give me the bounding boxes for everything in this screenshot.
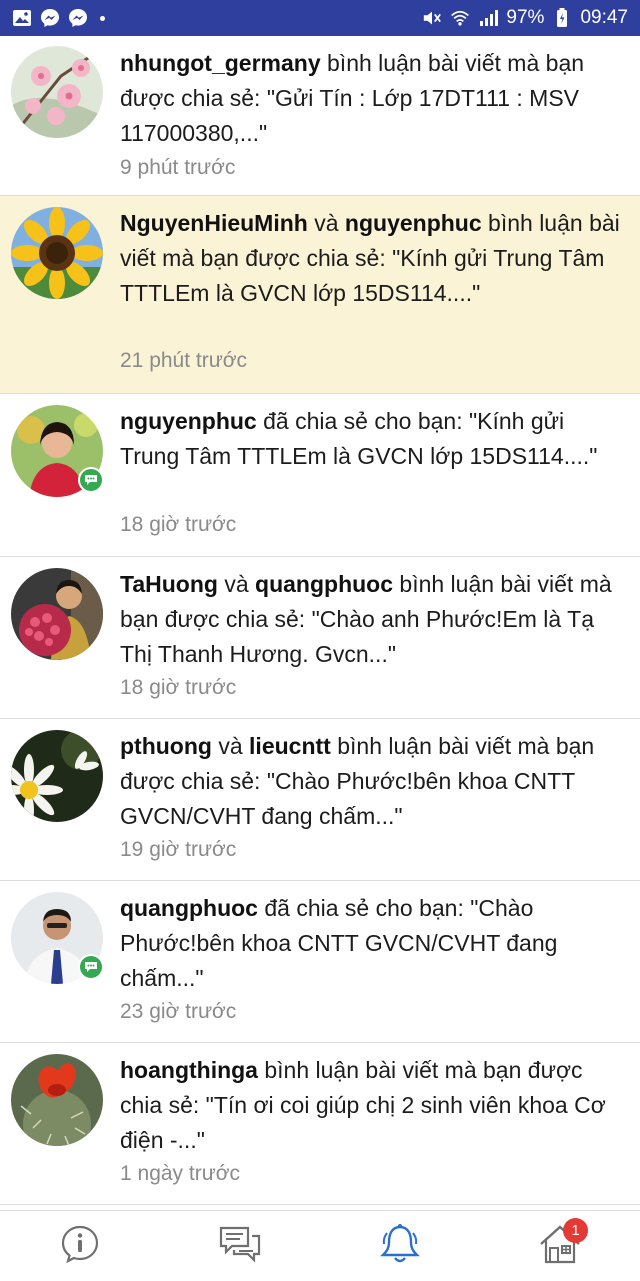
notification-time: 18 giờ trước	[120, 676, 237, 699]
actor-name: NguyenHieuMinh	[120, 210, 308, 236]
notification-list: nhungot_germany bình luận bài viết mà bạ…	[0, 36, 640, 1205]
actor-name: TaHuong	[120, 571, 218, 597]
notification-text: pthuong và lieucntt bình luận bài viết m…	[120, 729, 626, 834]
nav-notifications[interactable]	[370, 1219, 430, 1273]
notification-text: NguyenHieuMinh và nguyenphuc bình luận b…	[120, 206, 626, 311]
messenger-icon	[68, 8, 88, 28]
notification-item[interactable]: NguyenHieuMinh và nguyenphuc bình luận b…	[0, 196, 640, 394]
signal-icon	[478, 8, 499, 28]
actor-name: nhungot_germany	[120, 50, 321, 76]
actor-joiner: và	[224, 571, 249, 597]
actor-name: nguyenphuc	[120, 408, 257, 434]
actor-name: quangphuoc	[255, 571, 394, 597]
notification-item[interactable]: quangphuoc đã chia sẻ cho bạn: "Chào Phư…	[0, 881, 640, 1043]
bell-icon	[378, 1222, 422, 1271]
notification-text: hoangthinga bình luận bài viết mà bạn đư…	[120, 1053, 626, 1158]
actor-joiner: và	[218, 733, 243, 759]
battery-icon	[552, 8, 572, 28]
avatar[interactable]	[11, 46, 103, 138]
notification-item[interactable]: TaHuong và quangphuoc bình luận bài viết…	[0, 557, 640, 719]
messenger-icon	[40, 8, 60, 28]
notification-time: 23 giờ trước	[120, 1000, 237, 1023]
avatar[interactable]	[11, 568, 103, 660]
notification-text: TaHuong và quangphuoc bình luận bài viết…	[120, 567, 626, 672]
notification-text: nhungot_germany bình luận bài viết mà bạ…	[120, 46, 626, 151]
avatar[interactable]	[11, 207, 103, 299]
status-bar: 97% 09:47	[0, 0, 640, 36]
avatar[interactable]	[11, 1054, 103, 1146]
info-icon	[60, 1224, 100, 1269]
notification-item[interactable]: hoangthinga bình luận bài viết mà bạn đư…	[0, 1043, 640, 1205]
battery-percent: 97%	[506, 7, 545, 28]
notification-text: quangphuoc đã chia sẻ cho bạn: "Chào Phư…	[120, 891, 626, 996]
actor-joiner: và	[314, 210, 339, 236]
avatar[interactable]	[11, 730, 103, 822]
notification-time: 18 giờ trước	[120, 513, 237, 536]
actor-name: hoangthinga	[120, 1057, 258, 1083]
gallery-icon	[12, 8, 32, 28]
notification-text: nguyenphuc đã chia sẻ cho bạn: "Kính gửi…	[120, 404, 626, 474]
bottom-navigation: 1	[0, 1210, 640, 1281]
notification-time: 9 phút trước	[120, 156, 236, 179]
notification-item[interactable]: nhungot_germany bình luận bài viết mà bạ…	[0, 36, 640, 196]
nav-home[interactable]: 1	[530, 1218, 590, 1273]
nav-messages[interactable]	[210, 1219, 270, 1273]
nav-info[interactable]	[50, 1219, 110, 1273]
notification-time: 19 giờ trước	[120, 838, 237, 861]
shared-chat-badge	[78, 954, 104, 980]
status-bar-right: 97% 09:47	[422, 7, 628, 29]
actor-name: lieucntt	[249, 733, 331, 759]
notification-time: 1 ngày trước	[120, 1162, 241, 1185]
status-bar-left	[12, 8, 105, 28]
clock: 09:47	[580, 7, 628, 28]
notification-item[interactable]: pthuong và lieucntt bình luận bài viết m…	[0, 719, 640, 881]
wifi-icon	[450, 8, 470, 28]
actor-name: nguyenphuc	[344, 210, 482, 236]
actor-name: quangphuoc	[120, 895, 258, 921]
mute-icon	[422, 8, 442, 28]
more-notifications-dot	[100, 15, 105, 21]
notification-count-badge: 1	[563, 1218, 588, 1243]
notification-time: 21 phút trước	[120, 349, 248, 372]
shared-chat-badge	[78, 467, 104, 493]
notification-item[interactable]: nguyenphuc đã chia sẻ cho bạn: "Kính gửi…	[0, 394, 640, 557]
chat-icon	[218, 1224, 262, 1269]
actor-name: pthuong	[120, 733, 212, 759]
